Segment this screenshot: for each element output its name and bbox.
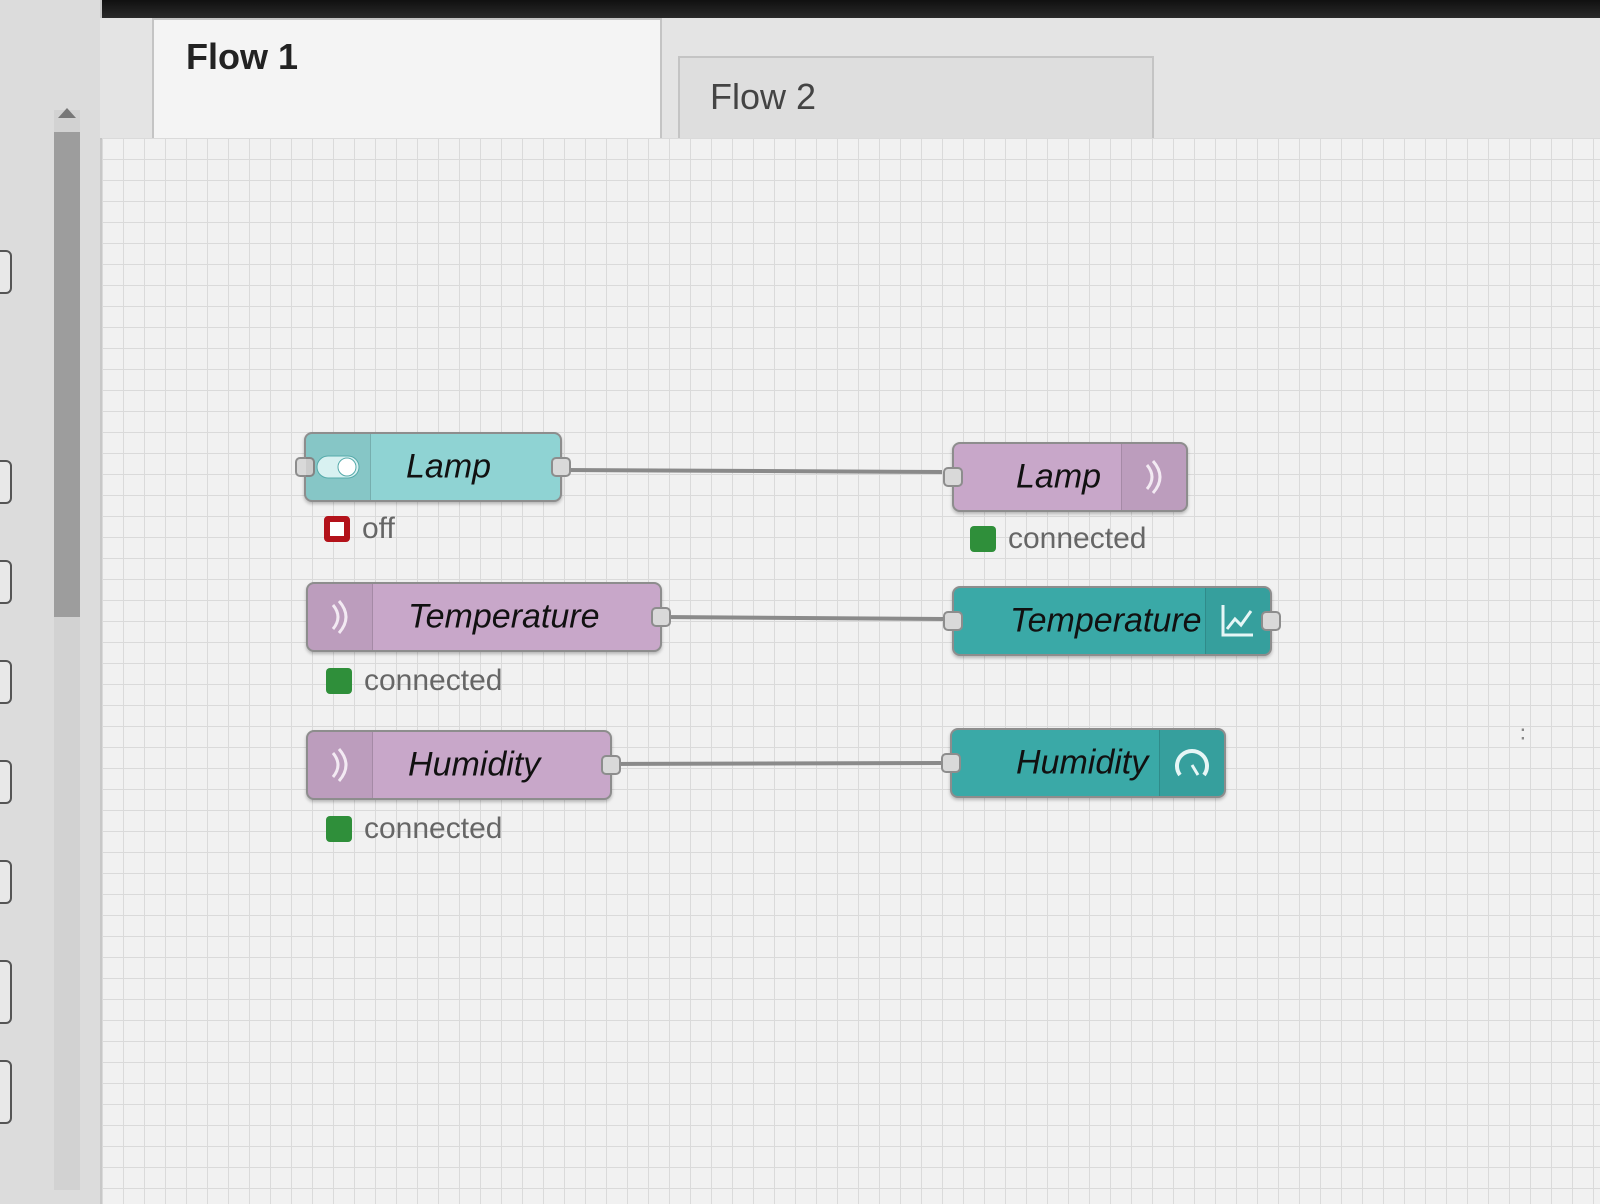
output-port[interactable] <box>551 457 571 477</box>
node-red-editor: Flow 1 Flow 2 Lamp off Temperature conne… <box>0 0 1600 1204</box>
mqtt-icon <box>308 584 373 650</box>
gauge-icon <box>1159 730 1224 796</box>
tab-flow-1-label: Flow 1 <box>186 36 299 77</box>
mqtt-icon <box>1121 444 1186 510</box>
input-port[interactable] <box>943 467 963 487</box>
toggle-switch-icon <box>306 434 371 500</box>
status-connected-icon <box>326 668 352 694</box>
tab-flow-2-label: Flow 2 <box>710 76 817 117</box>
output-port[interactable] <box>1261 611 1281 631</box>
output-port[interactable] <box>601 755 621 775</box>
node-label: Humidity <box>1016 743 1149 782</box>
humidity-mqtt-in-node[interactable]: Humidity <box>306 730 621 800</box>
lamp-switch-node[interactable]: Lamp <box>295 432 571 502</box>
status-off-icon <box>324 516 350 542</box>
flow-tab-bar: Flow 1 Flow 2 <box>100 18 1600 140</box>
status-text: connected <box>364 664 503 697</box>
palette-node-handle[interactable] <box>0 1060 12 1124</box>
palette-scrollbar-thumb[interactable] <box>54 132 80 617</box>
palette-node-handle[interactable] <box>0 760 12 804</box>
palette-node-handle[interactable] <box>0 660 12 704</box>
input-port[interactable] <box>943 611 963 631</box>
humidity-mqtt-status: connected <box>326 812 502 846</box>
tab-flow-1[interactable]: Flow 1 <box>152 18 662 140</box>
lamp-mqtt-out-status: connected <box>970 522 1146 556</box>
status-text: off <box>362 512 395 545</box>
node-label: Lamp <box>406 447 492 486</box>
temperature-mqtt-in-node[interactable]: Temperature <box>306 582 671 652</box>
palette-node-handle[interactable] <box>0 960 12 1024</box>
temperature-chart-node[interactable]: Temperature <box>943 586 1281 656</box>
lamp-mqtt-out-node[interactable]: Lamp <box>943 442 1188 512</box>
palette-node-handle[interactable] <box>0 860 12 904</box>
humidity-gauge-node[interactable]: Humidity <box>941 728 1226 798</box>
palette-node-handle[interactable] <box>0 560 12 604</box>
node-label: Humidity <box>408 745 541 784</box>
node-label: Temperature <box>1010 601 1202 640</box>
status-text: connected <box>364 812 503 845</box>
cursor-mark: ∶ <box>1520 722 1526 747</box>
temperature-mqtt-status: connected <box>326 664 502 698</box>
scroll-up-arrow-icon[interactable] <box>58 108 76 118</box>
status-text: connected <box>1008 522 1147 555</box>
status-connected-icon <box>970 526 996 552</box>
node-palette[interactable] <box>0 0 102 1204</box>
palette-node-handle[interactable] <box>0 250 12 294</box>
tab-flow-2[interactable]: Flow 2 <box>678 56 1154 140</box>
mqtt-icon <box>308 732 373 798</box>
palette-node-handle[interactable] <box>0 460 12 504</box>
node-label: Lamp <box>1016 457 1102 496</box>
lamp-switch-status: off <box>324 512 395 546</box>
input-port[interactable] <box>941 753 961 773</box>
output-port[interactable] <box>651 607 671 627</box>
status-connected-icon <box>326 816 352 842</box>
node-label: Temperature <box>408 597 600 636</box>
monitor-bezel <box>0 0 1600 18</box>
